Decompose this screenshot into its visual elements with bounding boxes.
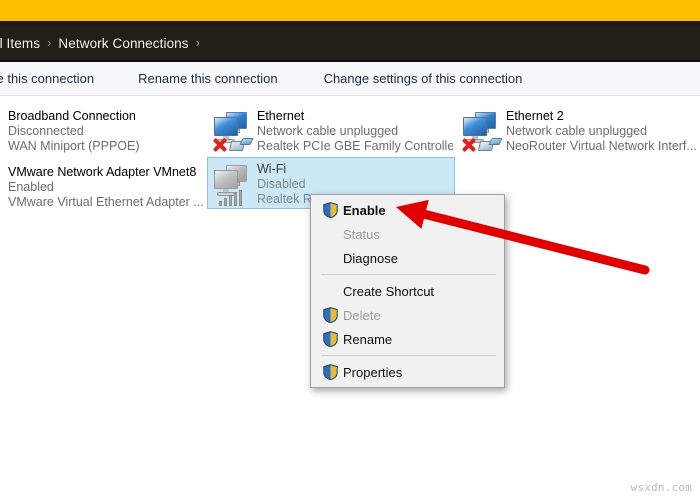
connection-name: VMware Network Adapter VMnet8: [8, 165, 204, 180]
network-adapter-icon: [0, 164, 8, 210]
top-accent-band: [0, 0, 700, 21]
connection-item-ethernet-2[interactable]: Ethernet 2 Network cable unplugged NeoRo…: [456, 104, 700, 156]
connection-device: Realtek R: [257, 192, 312, 207]
chevron-right-icon: ›: [47, 35, 51, 50]
connection-status: Enabled: [8, 180, 204, 195]
context-menu-label: Create Shortcut: [343, 284, 434, 299]
uac-shield-icon: [317, 331, 343, 347]
context-menu-separator: [321, 274, 496, 275]
network-adapter-unplugged-icon: [460, 108, 506, 154]
connection-text: Wi-Fi Disabled Realtek R: [257, 161, 312, 207]
connection-name: Ethernet 2: [506, 109, 697, 124]
connection-status: Network cable unplugged: [506, 124, 697, 139]
connection-text: VMware Network Adapter VMnet8 Enabled VM…: [8, 164, 204, 210]
context-menu-label: Enable: [343, 203, 386, 218]
command-toolbar: se this connection Rename this connectio…: [0, 62, 700, 96]
red-x-icon: [211, 136, 228, 153]
context-menu: Enable Status Diagnose Create Shortcut: [310, 194, 505, 388]
connection-item-broadband[interactable]: Broadband Connection Disconnected WAN Mi…: [0, 104, 206, 156]
toolbar-link-change-settings[interactable]: Change settings of this connection: [324, 71, 523, 86]
context-menu-label: Rename: [343, 332, 392, 347]
chevron-right-icon-trailing[interactable]: ›: [196, 35, 200, 50]
connection-device: Realtek PCIe GBE Family Controller: [257, 139, 453, 154]
context-menu-label: Diagnose: [343, 251, 398, 266]
context-menu-separator: [321, 355, 496, 356]
context-menu-item-rename[interactable]: Rename: [311, 327, 504, 351]
rj45-cable-icon: [479, 138, 501, 152]
rj45-cable-icon: [230, 138, 252, 152]
red-x-icon: [460, 136, 477, 153]
connection-name: Broadband Connection: [8, 109, 140, 124]
watermark: wsxdn.com: [631, 481, 692, 494]
uac-shield-icon: [317, 307, 343, 323]
context-menu-item-status[interactable]: Status: [311, 222, 504, 246]
context-menu-label: Delete: [343, 308, 381, 323]
connection-status: Disconnected: [8, 124, 140, 139]
connection-device: NeoRouter Virtual Network Interf...: [506, 139, 697, 154]
wifi-adapter-disabled-icon: [211, 161, 257, 207]
toolbar-link-disable-this-connection[interactable]: se this connection: [0, 71, 94, 86]
context-menu-label: Properties: [343, 365, 402, 380]
context-menu-item-diagnose[interactable]: Diagnose: [311, 246, 504, 270]
context-menu-item-properties[interactable]: Properties: [311, 360, 504, 384]
uac-shield-icon: [317, 202, 343, 218]
network-adapter-unplugged-icon: [211, 108, 257, 154]
toolbar-link-rename-this-connection[interactable]: Rename this connection: [138, 71, 277, 86]
uac-shield-icon: [317, 364, 343, 380]
network-connections-window: el Items › Network Connections › se this…: [0, 0, 700, 500]
connection-name: Ethernet: [257, 109, 453, 124]
connection-text: Ethernet Network cable unplugged Realtek…: [257, 108, 453, 154]
wifi-signal-bars-icon: [219, 190, 243, 206]
connection-text: Broadband Connection Disconnected WAN Mi…: [8, 108, 140, 154]
connection-device: WAN Miniport (PPPOE): [8, 139, 140, 154]
context-menu-item-delete[interactable]: Delete: [311, 303, 504, 327]
connection-status: Disabled: [257, 177, 312, 192]
connection-device: VMware Virtual Ethernet Adapter ...: [8, 195, 204, 210]
connection-item-vmware-vmnet8[interactable]: VMware Network Adapter VMnet8 Enabled VM…: [0, 160, 206, 212]
breadcrumb-item-network-connections[interactable]: Network Connections: [58, 36, 188, 51]
breadcrumb-item-control-panel-items[interactable]: el Items: [0, 36, 40, 51]
context-menu-label: Status: [343, 227, 380, 242]
connection-text: Ethernet 2 Network cable unplugged NeoRo…: [506, 108, 697, 154]
context-menu-item-create-shortcut[interactable]: Create Shortcut: [311, 279, 504, 303]
broadband-connection-icon: [0, 108, 8, 154]
connection-name: Wi-Fi: [257, 162, 312, 177]
connection-status: Network cable unplugged: [257, 124, 453, 139]
context-menu-item-enable[interactable]: Enable: [311, 198, 504, 222]
connection-item-ethernet[interactable]: Ethernet Network cable unplugged Realtek…: [207, 104, 455, 156]
breadcrumb: el Items › Network Connections ›: [0, 26, 700, 61]
